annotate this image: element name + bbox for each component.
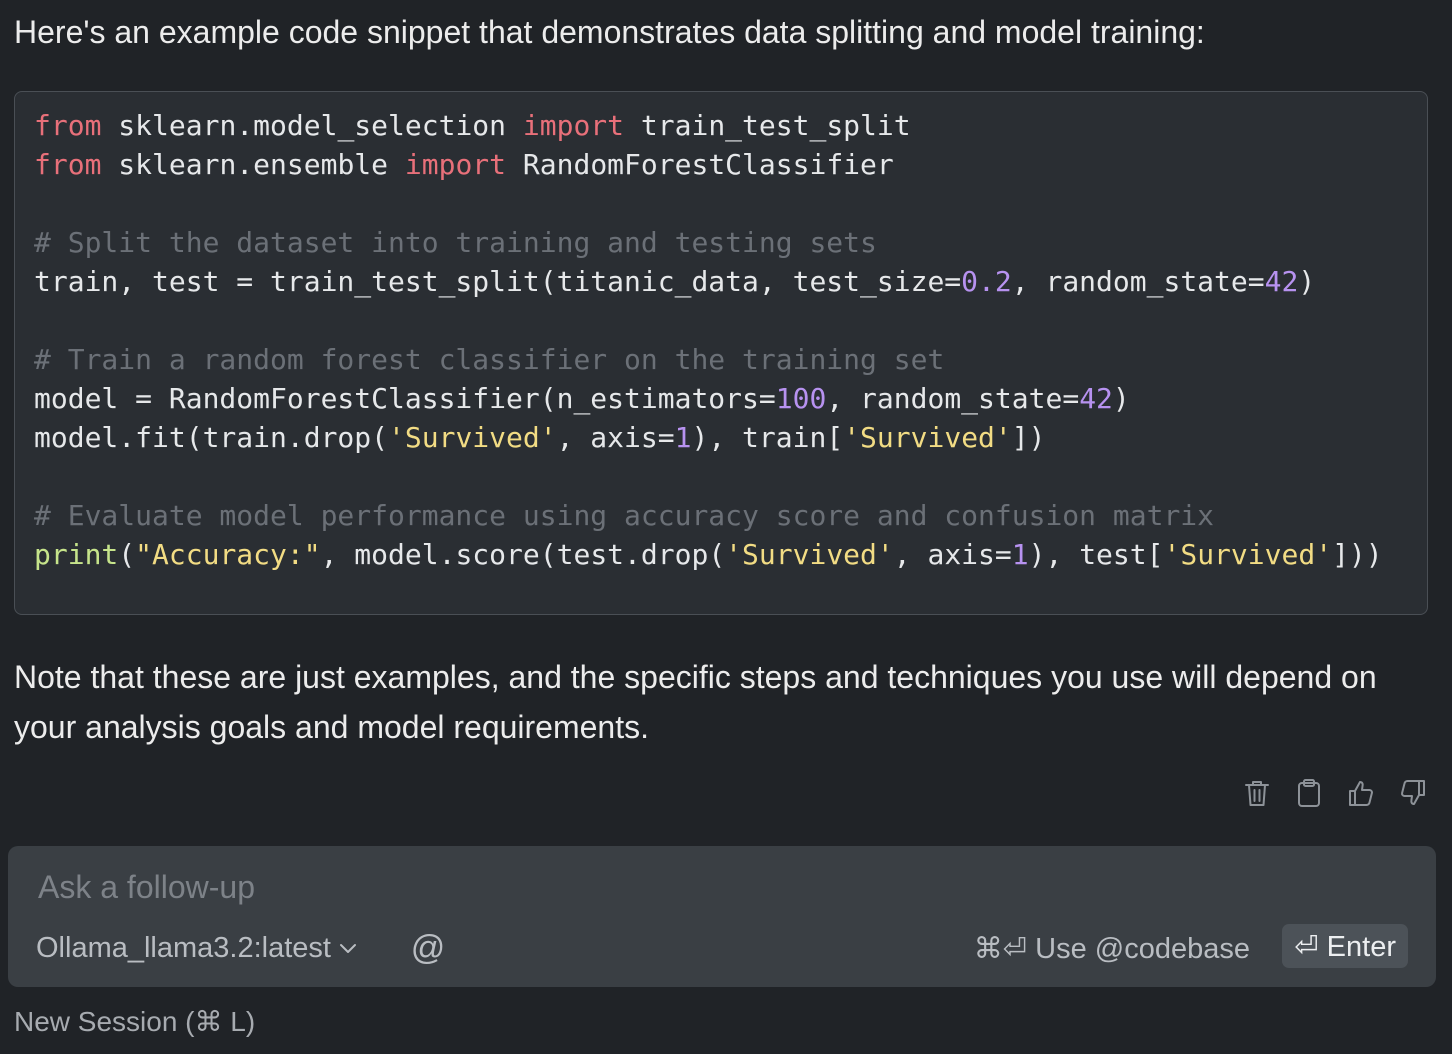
code-token: RandomForestClassifier — [506, 148, 894, 181]
code-line: model = RandomForestClassifier(n_estimat… — [34, 379, 1383, 418]
code-token: 1 — [674, 421, 692, 454]
code-token: 0.2 — [961, 265, 1012, 298]
thumbs-down-icon — [1401, 780, 1425, 805]
code-token: "Accuracy:" — [135, 538, 321, 571]
code-token: ]) — [1011, 421, 1046, 454]
code-token: ), test[ — [1028, 538, 1164, 571]
model-selector[interactable]: Ollama_llama3.2:latest — [36, 928, 357, 968]
code-token: 1 — [1011, 538, 1029, 571]
code-token: ) — [1112, 382, 1130, 415]
code-token: 42 — [1079, 382, 1113, 415]
follow-up-input[interactable] — [36, 864, 1420, 910]
code-token: sklearn.ensemble — [101, 148, 405, 181]
message-intro: Here's an example code snippet that demo… — [14, 14, 1205, 50]
code-line: model.fit(train.drop('Survived', axis=1)… — [34, 418, 1383, 457]
chevron-down-icon — [339, 944, 356, 953]
new-session-button[interactable]: New Session (⌘ L) — [14, 1002, 255, 1042]
mention-button[interactable]: @ — [408, 928, 448, 968]
code-token: model = RandomForestClassifier(n_estimat… — [34, 382, 776, 415]
code-token: # Evaluate model performance using accur… — [34, 499, 1215, 532]
code-token: model.fit(train.drop( — [34, 421, 389, 454]
copy-button[interactable] — [1292, 774, 1326, 812]
code-line: # Evaluate model performance using accur… — [34, 496, 1383, 535]
code-token: , axis= — [556, 421, 675, 454]
code-line: train, test = train_test_split(titanic_d… — [34, 262, 1383, 301]
code-token: 'Survived' — [1163, 538, 1333, 571]
use-codebase-button[interactable]: ⌘⏎ Use @codebase — [974, 928, 1250, 968]
code-token: sklearn.model_selection — [101, 109, 523, 142]
code-token: 'Survived' — [725, 538, 894, 571]
code-token: , random_state= — [826, 382, 1080, 415]
trash-icon — [1245, 781, 1269, 806]
code-line: # Split the dataset into training and te… — [34, 223, 1383, 262]
code-line: from sklearn.ensemble import RandomFores… — [34, 145, 1383, 184]
code-token: from — [34, 109, 102, 142]
code-token: train_test_split — [624, 109, 911, 142]
code-token: import — [522, 109, 625, 142]
code-token: print — [34, 538, 119, 571]
code-token: 'Survived' — [388, 421, 557, 454]
code-token: 'Survived' — [843, 421, 1012, 454]
message-actions — [1240, 774, 1430, 812]
thumbs-down-button[interactable] — [1396, 774, 1430, 812]
follow-up-panel: Ollama_llama3.2:latest @ ⌘⏎ Use @codebas… — [8, 846, 1436, 987]
thumbs-up-button[interactable] — [1344, 774, 1378, 812]
code-token: 100 — [775, 382, 827, 415]
code-token: , model.score(test.drop( — [320, 538, 726, 571]
code-token: , axis= — [893, 538, 1012, 571]
model-label: Ollama_llama3.2:latest — [36, 931, 331, 964]
enter-button[interactable]: ⏎ Enter — [1282, 924, 1408, 968]
code-token: import — [404, 148, 507, 181]
code-token: ])) — [1332, 538, 1383, 571]
clipboard-icon — [1298, 779, 1320, 807]
delete-button[interactable] — [1240, 774, 1274, 812]
code-token: from — [34, 148, 102, 181]
code-token: ( — [118, 538, 136, 571]
code-token: ), train[ — [691, 421, 844, 454]
code-content: from sklearn.model_selection import trai… — [34, 106, 1383, 574]
code-line: from sklearn.model_selection import trai… — [34, 106, 1383, 145]
code-line: # Train a random forest classifier on th… — [34, 340, 1383, 379]
code-line: print("Accuracy:", model.score(test.drop… — [34, 535, 1383, 574]
code-token: train, test = train_test_split(titanic_d… — [34, 265, 962, 298]
code-token: 42 — [1264, 265, 1299, 298]
code-token: # Split the dataset into training and te… — [34, 226, 877, 259]
code-token: , random_state= — [1011, 265, 1265, 298]
thumbs-up-icon — [1349, 781, 1373, 806]
code-token: # Train a random forest classifier on th… — [34, 343, 945, 376]
message-note: Note that these are just examples, and t… — [14, 659, 1377, 745]
code-block: from sklearn.model_selection import trai… — [14, 91, 1428, 615]
code-token: ) — [1298, 265, 1316, 298]
